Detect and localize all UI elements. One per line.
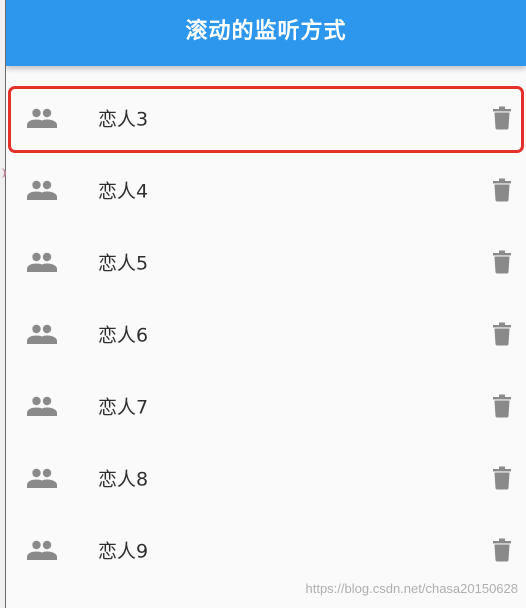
list-item[interactable]: 恋人3 [6, 82, 526, 154]
list-item[interactable]: 恋人9 [6, 514, 526, 586]
list-item[interactable]: 恋人7 [6, 370, 526, 442]
edge-mark [0, 168, 6, 178]
app-bar: 滚动的监听方式 [6, 0, 526, 66]
people-icon [27, 468, 57, 488]
delete-icon[interactable] [492, 466, 512, 490]
delete-icon[interactable] [492, 322, 512, 346]
people-icon [27, 396, 57, 416]
list-item[interactable]: 恋人5 [6, 226, 526, 298]
people-icon [27, 180, 57, 200]
list-item-label: 恋人6 [98, 324, 149, 347]
list-item-label: 恋人9 [98, 540, 149, 563]
list-item[interactable]: 恋人6 [6, 298, 526, 370]
list-item[interactable]: 恋人8 [6, 442, 526, 514]
delete-icon[interactable] [492, 106, 512, 130]
window-edge [0, 0, 6, 608]
list-item-label: 恋人8 [98, 468, 149, 491]
app-bar-title: 滚动的监听方式 [185, 19, 347, 44]
delete-icon[interactable] [492, 250, 512, 274]
delete-icon[interactable] [492, 394, 512, 418]
people-icon [27, 324, 57, 344]
list-item-label: 恋人4 [98, 180, 149, 203]
watermark: https://blog.csdn.net/chasa20150628 [305, 581, 519, 596]
people-icon [27, 252, 57, 272]
list-item-label: 恋人7 [98, 396, 149, 419]
people-icon [27, 540, 57, 560]
list-item[interactable]: 恋人4 [6, 154, 526, 226]
delete-icon[interactable] [492, 538, 512, 562]
delete-icon[interactable] [492, 178, 512, 202]
list-item-label: 恋人5 [98, 252, 149, 275]
people-icon [27, 108, 57, 128]
list-item-label: 恋人3 [98, 108, 149, 131]
scroll-list[interactable]: 恋人3 恋人4 恋人5 恋人6 恋人7 恋人8 恋人9 [6, 66, 526, 608]
app-screen: 滚动的监听方式 恋人3 恋人4 恋人5 恋人6 恋人7 恋人8 恋人9 http… [0, 0, 526, 608]
